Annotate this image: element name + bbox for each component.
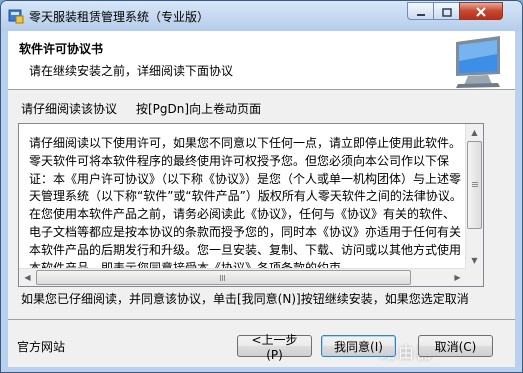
page-title: 软件许可协议书: [19, 42, 104, 56]
minimize-button[interactable]: [407, 2, 434, 20]
license-text: 请仔细阅读以下使用许可，如果您不同意以下任何一点，请立即停止使用此软件。零天软件…: [29, 136, 462, 275]
maximize-button[interactable]: [433, 2, 460, 20]
close-icon: [475, 2, 487, 21]
scroll-down-icon[interactable]: ▼: [467, 253, 482, 268]
agree-instruction: 如果您已仔细阅读，并同意该协议，单击[我同意(N)]按钮继续安装，如果您选定取消: [21, 292, 469, 306]
cancel-button[interactable]: 取消(C): [418, 335, 493, 357]
agree-button[interactable]: 我同意(I): [321, 335, 396, 357]
scroll-left-icon[interactable]: ◀: [20, 270, 35, 285]
scrollbar-corner: [466, 269, 483, 286]
monitor-icon: [448, 34, 508, 89]
installer-content: 软件许可协议书 请在继续安装之前，详细阅读下面协议 请仔细阅读该协议 按[PgD…: [8, 31, 515, 367]
page-subtitle: 请在继续安装之前，详细阅读下面协议: [29, 64, 234, 78]
title-bar[interactable]: 零天服装租赁管理系统（专业版）: [1, 1, 522, 31]
installer-icon: [8, 8, 24, 24]
official-website-link[interactable]: 官方网站: [17, 338, 65, 355]
back-button[interactable]: <上一步(P): [237, 333, 312, 362]
footer-divider: [8, 319, 515, 320]
scroll-right-icon[interactable]: ▶: [450, 270, 465, 285]
page-header: 软件许可协议书 请在继续安装之前，详细阅读下面协议: [8, 31, 515, 90]
scroll-up-icon[interactable]: ▲: [467, 125, 482, 140]
vertical-scroll-thumb[interactable]: [467, 141, 482, 229]
pgdn-hint: 按[PgDn]向上卷动页面: [136, 102, 262, 116]
installer-window: 零天服装租赁管理系统（专业版） 软件许可协议书 请在继续安装之前，详细阅读下面协…: [0, 0, 523, 373]
horizontal-scrollbar[interactable]: ◀ ▶: [19, 268, 466, 286]
window-title: 零天服装租赁管理系统（专业版）: [29, 10, 210, 24]
read-agreement-label: 请仔细阅读该协议: [21, 102, 118, 116]
minimize-icon: [416, 2, 426, 21]
vertical-scrollbar[interactable]: ▲ ▼: [465, 124, 483, 269]
horizontal-scroll-thumb[interactable]: [36, 270, 411, 285]
license-textbox[interactable]: 请仔细阅读以下使用许可，如果您不同意以下任何一点，请立即停止使用此软件。零天软件…: [18, 123, 484, 287]
close-button[interactable]: [459, 2, 503, 20]
maximize-icon: [441, 2, 452, 21]
